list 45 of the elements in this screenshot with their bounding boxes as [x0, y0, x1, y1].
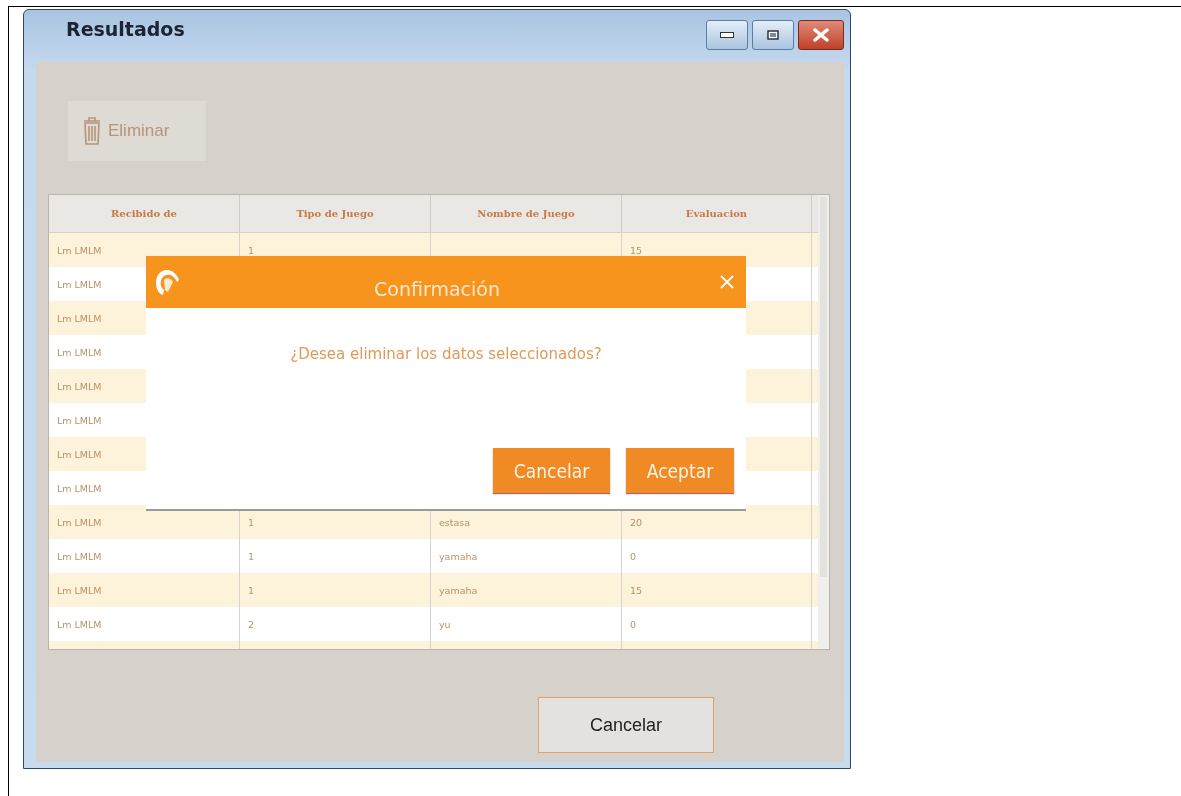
maximize-icon	[767, 30, 779, 40]
table-cell: Lm LMLM	[57, 346, 102, 358]
trash-icon	[82, 116, 102, 146]
cancel-button[interactable]: Cancelar	[493, 448, 610, 493]
accept-button[interactable]: Aceptar	[626, 448, 734, 493]
table-cell: Lm LMLM	[57, 448, 102, 460]
close-icon	[813, 28, 829, 42]
table-cell: Lm LMLM	[57, 550, 102, 562]
table-cell: Lm LMLM	[57, 584, 102, 596]
table-cell: Lm LMLM	[57, 312, 102, 324]
table-cell: 15	[630, 584, 643, 596]
table-cell: Lm LMLM	[57, 618, 102, 630]
table-cell: yamaha	[439, 550, 478, 562]
table-cell: 0	[630, 618, 637, 630]
table-cell: Lm LMLM	[57, 516, 102, 528]
window-title: Resultados	[66, 18, 185, 40]
table-cell: yu	[439, 618, 451, 630]
table-cell: Lm LMLM	[57, 278, 102, 290]
table-cell: Lm LMLM	[57, 244, 102, 256]
column-header[interactable]: Recibido de	[49, 195, 240, 232]
column-header[interactable]: Nombre de Juego	[431, 195, 622, 232]
table-cell: 1	[248, 244, 255, 256]
table-cell: 2	[248, 618, 255, 630]
minimize-icon	[720, 32, 734, 38]
table-cell: 20	[630, 516, 643, 528]
close-icon	[720, 275, 734, 289]
dialog-title: Confirmación	[373, 278, 501, 300]
table-cell: 15	[630, 244, 643, 256]
dialog-message: ¿Desea eliminar los datos seleccionados?	[289, 345, 603, 363]
table-cell: 1	[248, 584, 255, 596]
table-cell: estasa	[439, 516, 471, 528]
column-header[interactable]: Evaluacion	[622, 195, 812, 232]
cancel-button[interactable]: Cancelar	[538, 697, 714, 753]
table-cell: Lm LMLM	[57, 482, 102, 494]
scrollbar[interactable]	[818, 195, 829, 649]
column-header[interactable]: Tipo de Juego	[240, 195, 431, 232]
table-cell: 1	[248, 550, 255, 562]
table-cell: yamaha	[439, 584, 478, 596]
table-cell: Lm LMLM	[57, 414, 102, 426]
maximize-button[interactable]	[752, 20, 794, 50]
table-cell: Lm LMLM	[57, 380, 102, 392]
minimize-button[interactable]	[706, 20, 748, 50]
close-button[interactable]	[798, 20, 844, 50]
table-cell: 0	[630, 550, 637, 562]
table-cell: 1	[248, 516, 255, 528]
